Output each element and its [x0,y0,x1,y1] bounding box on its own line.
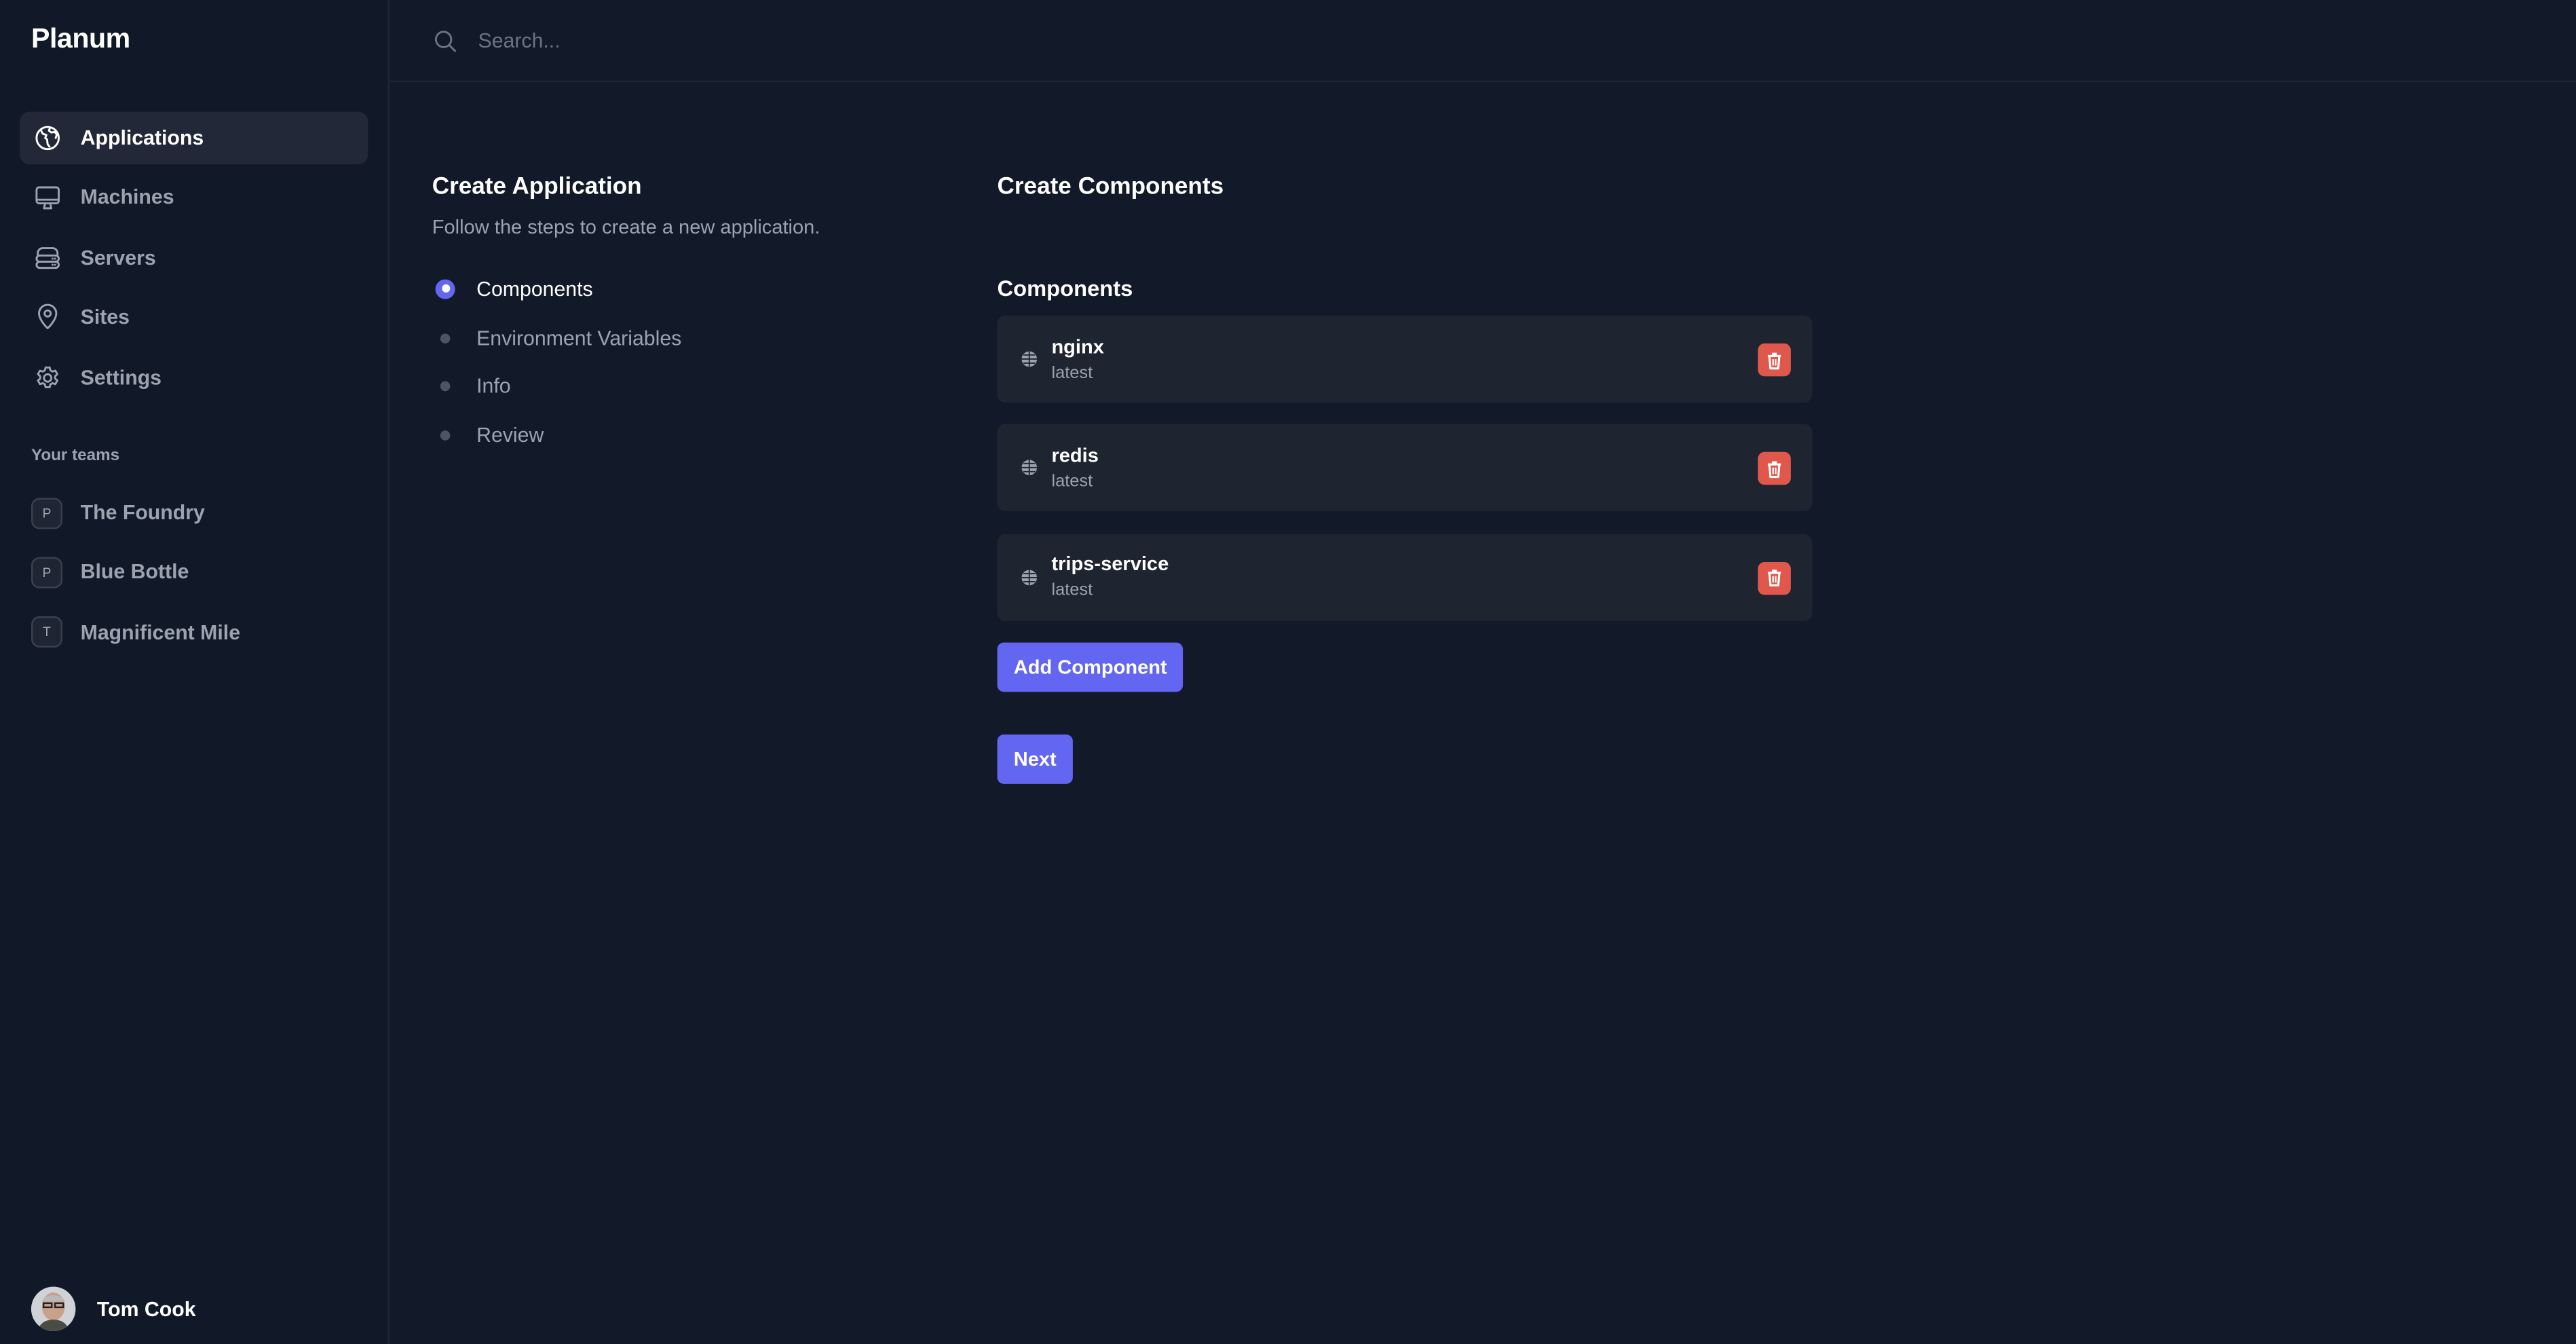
teams-heading: Your teams [31,447,120,466]
team-initial-badge: P [31,557,62,589]
sidebar: Planum Applications Machines Servers Sit… [0,0,390,1344]
page-subtitle: Follow the steps to create a new applica… [432,215,820,239]
components-list: nginx latest redis latest trips-service … [997,315,1813,621]
team-name: Blue Bottle [80,561,189,584]
delete-component-button[interactable] [1758,452,1791,485]
sidebar-item-machines[interactable]: Machines [20,172,368,224]
stepper: Components Environment Variables Info Re… [432,265,925,461]
top-header [389,0,2576,83]
next-button[interactable]: Next [997,734,1073,784]
component-version: latest [1051,580,1093,600]
sidebar-item-servers[interactable]: Servers [20,231,368,284]
user-profile[interactable]: Tom Cook [31,1286,196,1332]
component-card: nginx latest [997,315,1813,403]
wizard-steps-panel: Create Application Follow the steps to c… [432,174,925,461]
globe-icon [1021,569,1038,585]
step-label: Info [476,375,511,399]
sidebar-item-sites[interactable]: Sites [20,291,368,343]
component-version: latest [1051,362,1093,382]
sidebar-item-label: Settings [80,365,162,389]
delete-component-button[interactable] [1758,561,1791,595]
step-components[interactable]: Components [432,265,925,314]
avatar [31,1286,76,1332]
globe-icon [33,124,62,153]
sidebar-item-applications[interactable]: Applications [20,111,368,165]
team-item[interactable]: T Magnificent Mile [20,606,368,658]
sidebar-item-label: Applications [80,126,204,150]
search-input[interactable] [474,26,1467,54]
user-name: Tom Cook [96,1297,196,1321]
computer-desktop-icon [33,183,62,213]
step-environment-variables[interactable]: Environment Variables [432,314,925,362]
components-section-title: Components [997,276,1133,301]
step-upcoming-dot-icon [432,423,459,449]
globe-icon [1021,460,1038,476]
component-name: redis [1051,443,1099,467]
step-info[interactable]: Info [432,362,925,411]
primary-nav: Applications Machines Servers Sites Sett… [20,111,368,411]
component-name: nginx [1051,334,1104,358]
team-item[interactable]: P The Foundry [20,487,368,539]
component-card: redis latest [997,424,1813,512]
page-title: Create Application [432,174,642,201]
step-label: Review [476,424,544,448]
add-component-button[interactable]: Add Component [997,642,1183,692]
panel-title: Create Components [997,174,1224,201]
team-name: Magnificent Mile [80,620,241,644]
sidebar-item-label: Machines [80,186,174,210]
components-panel: Create Components Components nginx lates… [997,174,1813,784]
gear-icon [33,362,62,392]
sidebar-item-settings[interactable]: Settings [20,351,368,403]
team-initial-badge: T [31,616,62,648]
step-label: Environment Variables [476,326,682,350]
step-current-indicator-icon [432,276,459,302]
trash-icon [1767,460,1781,478]
sidebar-item-label: Servers [80,246,156,269]
team-name: The Foundry [80,501,205,525]
component-version: latest [1051,471,1093,491]
step-upcoming-dot-icon [432,374,459,400]
step-label: Components [476,277,593,301]
globe-icon [1021,351,1038,367]
app-root: Planum Applications Machines Servers Sit… [0,0,2576,1344]
component-name: trips-service [1051,552,1169,576]
step-upcoming-dot-icon [432,325,459,352]
delete-component-button[interactable] [1758,343,1791,377]
server-stack-icon [33,243,62,273]
search-icon [434,30,457,52]
brand-logo: Planum [31,22,130,54]
team-initial-badge: P [31,497,62,529]
team-item[interactable]: P Blue Bottle [20,546,368,599]
map-pin-icon [33,303,62,333]
teams-list: P The Foundry P Blue Bottle T Magnificen… [20,487,368,666]
trash-icon [1767,570,1781,587]
sidebar-item-label: Sites [80,305,130,329]
trash-icon [1767,352,1781,369]
component-card: trips-service latest [997,533,1813,621]
step-review[interactable]: Review [432,411,925,460]
